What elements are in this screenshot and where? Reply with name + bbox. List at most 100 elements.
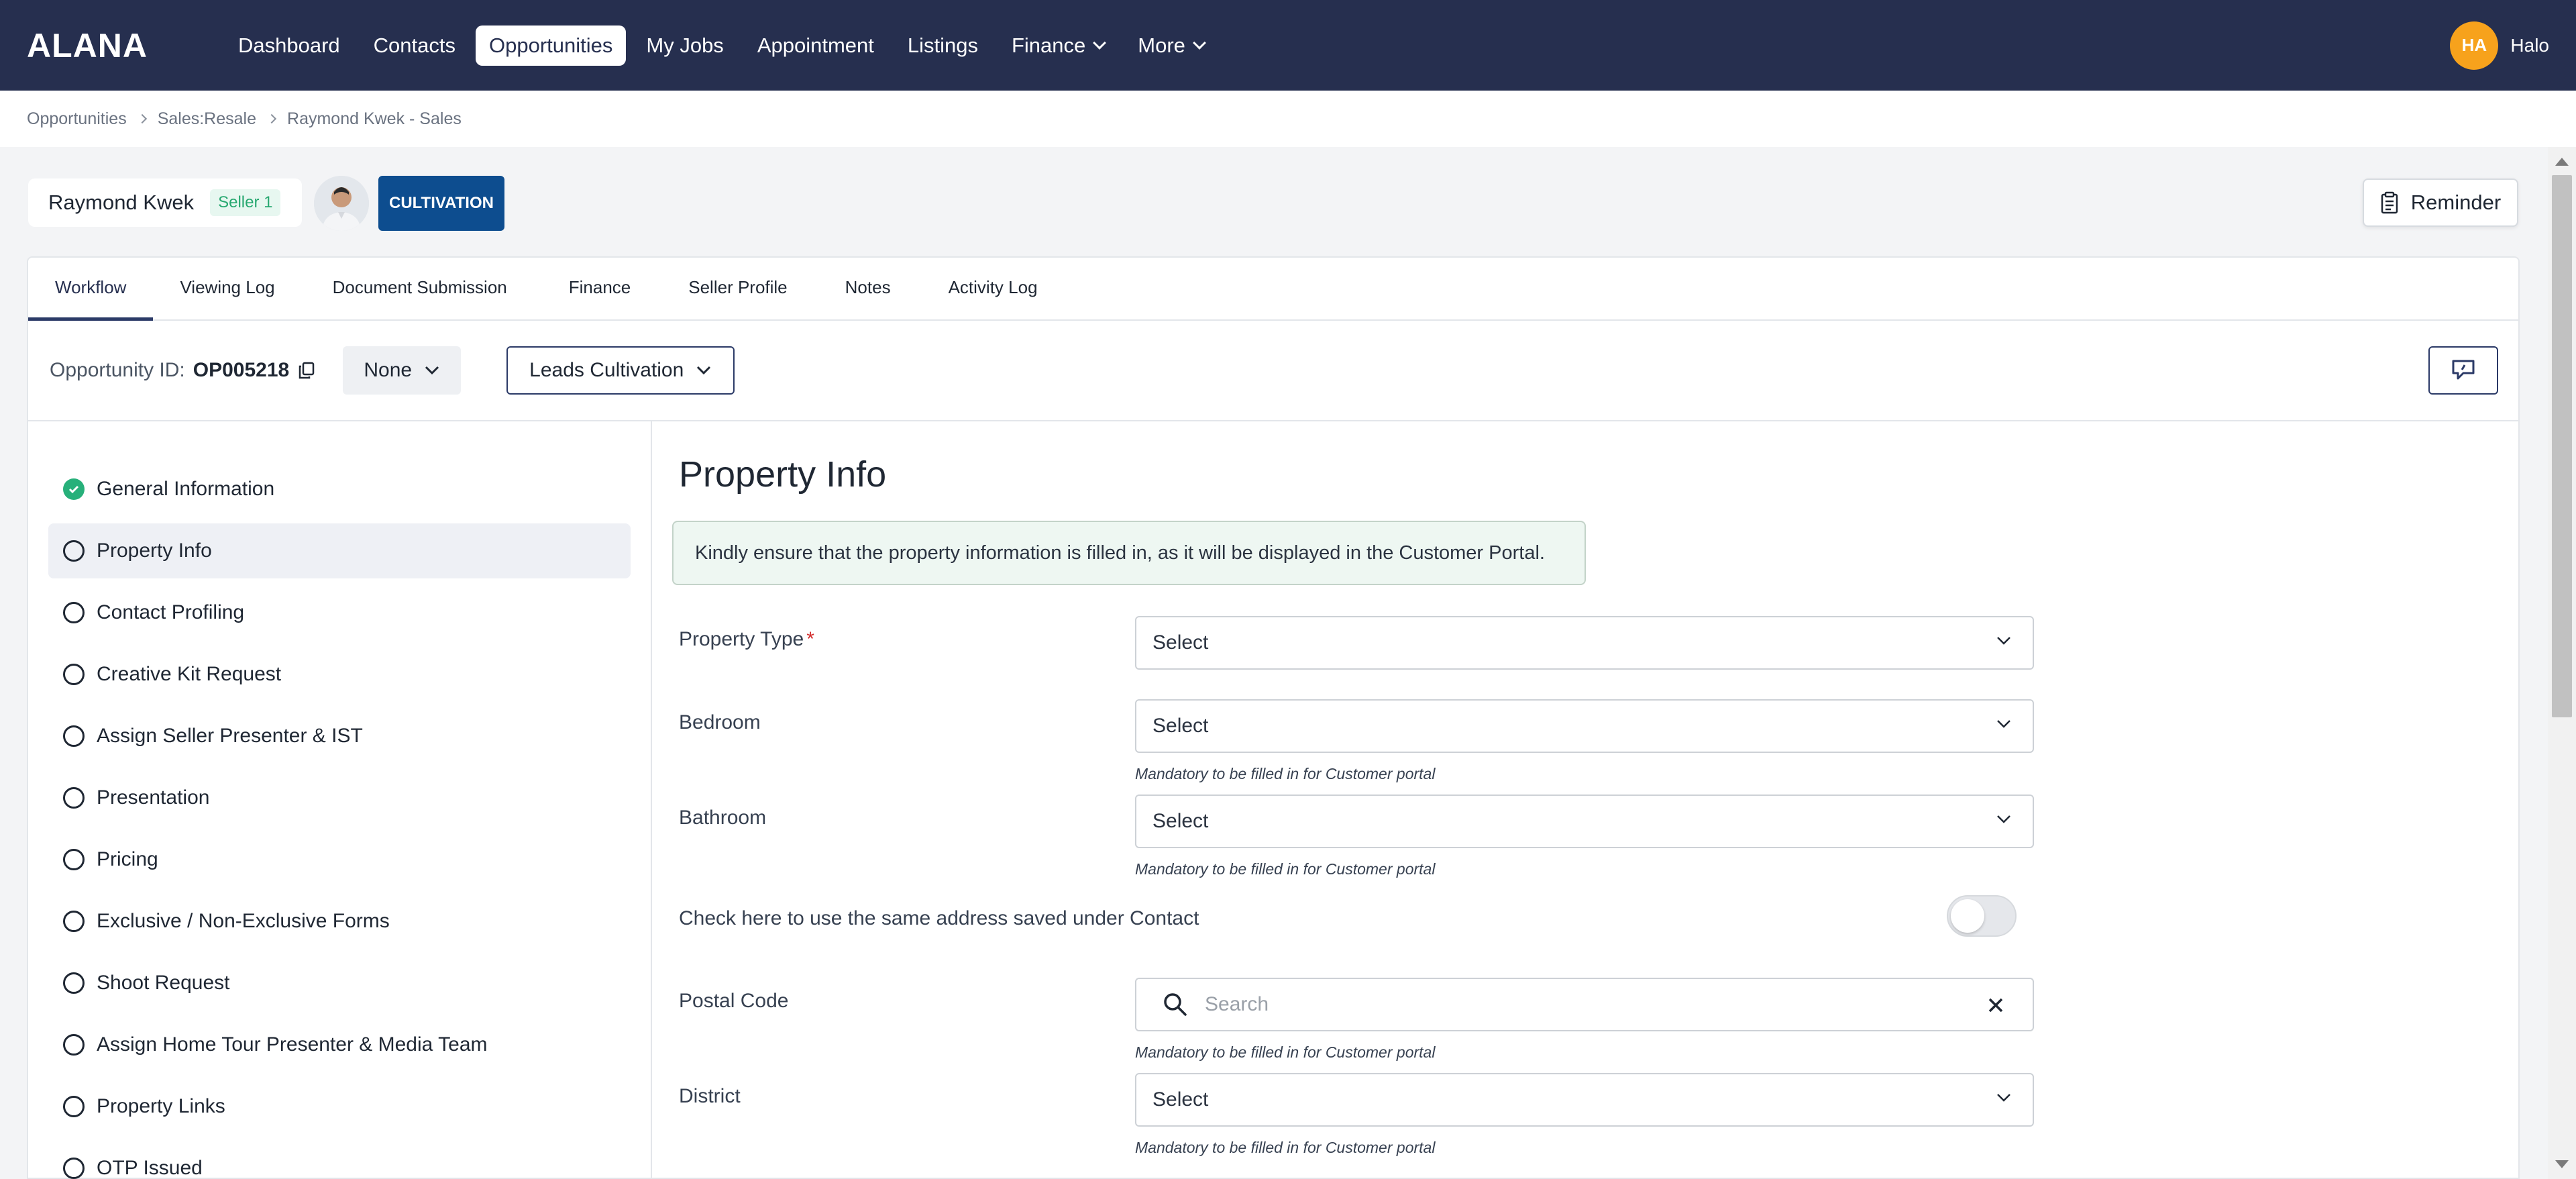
step-property-links[interactable]: Property Links bbox=[48, 1079, 631, 1134]
info-notice: Kindly ensure that the property informat… bbox=[672, 521, 1586, 585]
step-assign-home-tour[interactable]: Assign Home Tour Presenter & Media Team bbox=[48, 1017, 631, 1072]
select-value: Select bbox=[1152, 715, 1209, 737]
section-title: Property Info bbox=[679, 454, 887, 495]
tab-viewing-log[interactable]: Viewing Log bbox=[153, 258, 301, 321]
nav-item-opportunities[interactable]: Opportunities bbox=[476, 25, 627, 66]
step-label: Property Links bbox=[97, 1095, 225, 1117]
district-select[interactable]: Select bbox=[1135, 1073, 2034, 1127]
pipeline-stage-label: Leads Cultivation bbox=[529, 359, 684, 381]
chevron-right-icon bbox=[137, 113, 147, 124]
step-label: General Information bbox=[97, 478, 275, 500]
circle-icon bbox=[63, 972, 85, 994]
avatar[interactable]: HA bbox=[2450, 21, 2499, 70]
app-logo[interactable]: ALANA bbox=[27, 26, 225, 65]
chevron-down-icon bbox=[1997, 1094, 2010, 1102]
nav-item-appointment[interactable]: Appointment bbox=[744, 25, 888, 66]
step-exclusive-forms[interactable]: Exclusive / Non-Exclusive Forms bbox=[48, 894, 631, 949]
property-type-select[interactable]: Select bbox=[1135, 616, 2034, 670]
page-scrollbar[interactable] bbox=[2548, 147, 2576, 1179]
tab-document-submission[interactable]: Document Submission bbox=[302, 258, 538, 321]
tab-notes[interactable]: Notes bbox=[814, 258, 922, 321]
nav-label: My Jobs bbox=[646, 33, 724, 57]
step-property-info[interactable]: Property Info bbox=[48, 523, 631, 578]
breadcrumb-item-opportunities[interactable]: Opportunities bbox=[27, 109, 127, 129]
select-value: Select bbox=[1152, 1088, 1209, 1111]
step-contact-profiling[interactable]: Contact Profiling bbox=[48, 585, 631, 640]
postal-code-label: Postal Code bbox=[679, 990, 789, 1012]
circle-icon bbox=[63, 1158, 85, 1179]
step-creative-kit-request[interactable]: Creative Kit Request bbox=[48, 647, 631, 702]
bedroom-hint: Mandatory to be filled in for Customer p… bbox=[1135, 765, 1436, 782]
contact-photo bbox=[314, 176, 369, 231]
bathroom-hint: Mandatory to be filled in for Customer p… bbox=[1135, 860, 1436, 878]
contact-name[interactable]: Raymond Kwek bbox=[48, 191, 194, 215]
step-presentation[interactable]: Presentation bbox=[48, 770, 631, 825]
district-hint: Mandatory to be filled in for Customer p… bbox=[1135, 1139, 1436, 1156]
user-menu[interactable]: HA Halo bbox=[2450, 21, 2549, 70]
copy-icon[interactable] bbox=[297, 361, 316, 380]
nav-items: Dashboard Contacts Opportunities My Jobs… bbox=[225, 25, 1218, 66]
postal-code-input[interactable] bbox=[1205, 993, 1943, 1016]
pipeline-stage-dropdown[interactable]: Leads Cultivation bbox=[506, 346, 735, 395]
step-otp-issued[interactable]: OTP Issued bbox=[48, 1141, 631, 1179]
district-label: District bbox=[679, 1085, 741, 1107]
tab-finance[interactable]: Finance bbox=[538, 258, 662, 321]
tab-workflow[interactable]: Workflow bbox=[28, 258, 154, 321]
circle-icon bbox=[63, 911, 85, 932]
nav-item-contacts[interactable]: Contacts bbox=[360, 25, 469, 66]
tab-activity-log[interactable]: Activity Log bbox=[922, 258, 1065, 321]
bedroom-select[interactable]: Select bbox=[1135, 699, 2034, 753]
nav-item-more[interactable]: More bbox=[1124, 25, 1218, 66]
reminder-label: Reminder bbox=[2410, 191, 2502, 214]
circle-icon bbox=[63, 1034, 85, 1056]
step-label: Exclusive / Non-Exclusive Forms bbox=[97, 910, 390, 932]
scroll-down-arrow-icon[interactable] bbox=[2555, 1160, 2569, 1168]
required-mark: * bbox=[806, 628, 814, 650]
user-name[interactable]: Halo bbox=[2510, 35, 2549, 56]
nav-item-my-jobs[interactable]: My Jobs bbox=[633, 25, 737, 66]
step-general-information[interactable]: General Information bbox=[48, 462, 631, 517]
circle-icon bbox=[63, 602, 85, 623]
step-assign-seller-presenter[interactable]: Assign Seller Presenter & IST bbox=[48, 709, 631, 764]
step-label: Contact Profiling bbox=[97, 601, 245, 623]
breadcrumb: Opportunities Sales:Resale Raymond Kwek … bbox=[0, 91, 2576, 147]
step-pricing[interactable]: Pricing bbox=[48, 832, 631, 887]
same-address-toggle[interactable] bbox=[1947, 895, 2017, 937]
nav-label: Contacts bbox=[373, 33, 455, 57]
stage-badge: CULTIVATION bbox=[378, 176, 504, 231]
step-label: Property Info bbox=[97, 540, 212, 562]
workflow-body: General Information Property Info Contac… bbox=[28, 421, 2518, 1179]
step-shoot-request[interactable]: Shoot Request bbox=[48, 956, 631, 1011]
property-type-label: Property Type * bbox=[679, 628, 814, 651]
bathroom-select[interactable]: Select bbox=[1135, 794, 2034, 848]
comment-button[interactable] bbox=[2428, 346, 2498, 395]
reminder-button[interactable]: Reminder bbox=[2363, 178, 2518, 227]
bathroom-label: Bathroom bbox=[679, 807, 767, 829]
circle-icon bbox=[63, 1096, 85, 1117]
top-nav: ALANA Dashboard Contacts Opportunities M… bbox=[0, 0, 2576, 91]
breadcrumb-item-sales-resale[interactable]: Sales:Resale bbox=[158, 109, 256, 129]
nav-item-listings[interactable]: Listings bbox=[894, 25, 991, 66]
nav-item-dashboard[interactable]: Dashboard bbox=[225, 25, 354, 66]
tab-seller-profile[interactable]: Seller Profile bbox=[661, 258, 814, 321]
clipboard-icon bbox=[2381, 191, 2398, 214]
scroll-up-arrow-icon[interactable] bbox=[2555, 158, 2569, 166]
nav-item-finance[interactable]: Finance bbox=[998, 25, 1118, 66]
nav-label: Listings bbox=[907, 33, 978, 57]
step-label: OTP Issued bbox=[97, 1157, 203, 1179]
nav-label: Appointment bbox=[757, 33, 874, 57]
property-info-form: Property Info Kindly ensure that the pro… bbox=[652, 421, 2518, 1178]
chevron-down-icon bbox=[1093, 36, 1107, 50]
scrollbar-thumb[interactable] bbox=[2552, 175, 2572, 717]
step-label: Assign Seller Presenter & IST bbox=[97, 725, 363, 747]
opportunity-toolbar: Opportunity ID: OP005218 None Leads Cult… bbox=[28, 321, 2518, 421]
priority-dropdown[interactable]: None bbox=[343, 346, 462, 395]
close-icon[interactable] bbox=[1987, 996, 2004, 1014]
workflow-steps: General Information Property Info Contac… bbox=[28, 421, 652, 1179]
nav-label: Finance bbox=[1011, 33, 1086, 57]
circle-icon bbox=[63, 540, 85, 562]
toggle-knob bbox=[1951, 899, 1984, 933]
contact-card: Raymond Kwek Seller 1 bbox=[28, 178, 302, 227]
priority-dropdown-label: None bbox=[364, 359, 413, 381]
select-value: Select bbox=[1152, 631, 1209, 654]
